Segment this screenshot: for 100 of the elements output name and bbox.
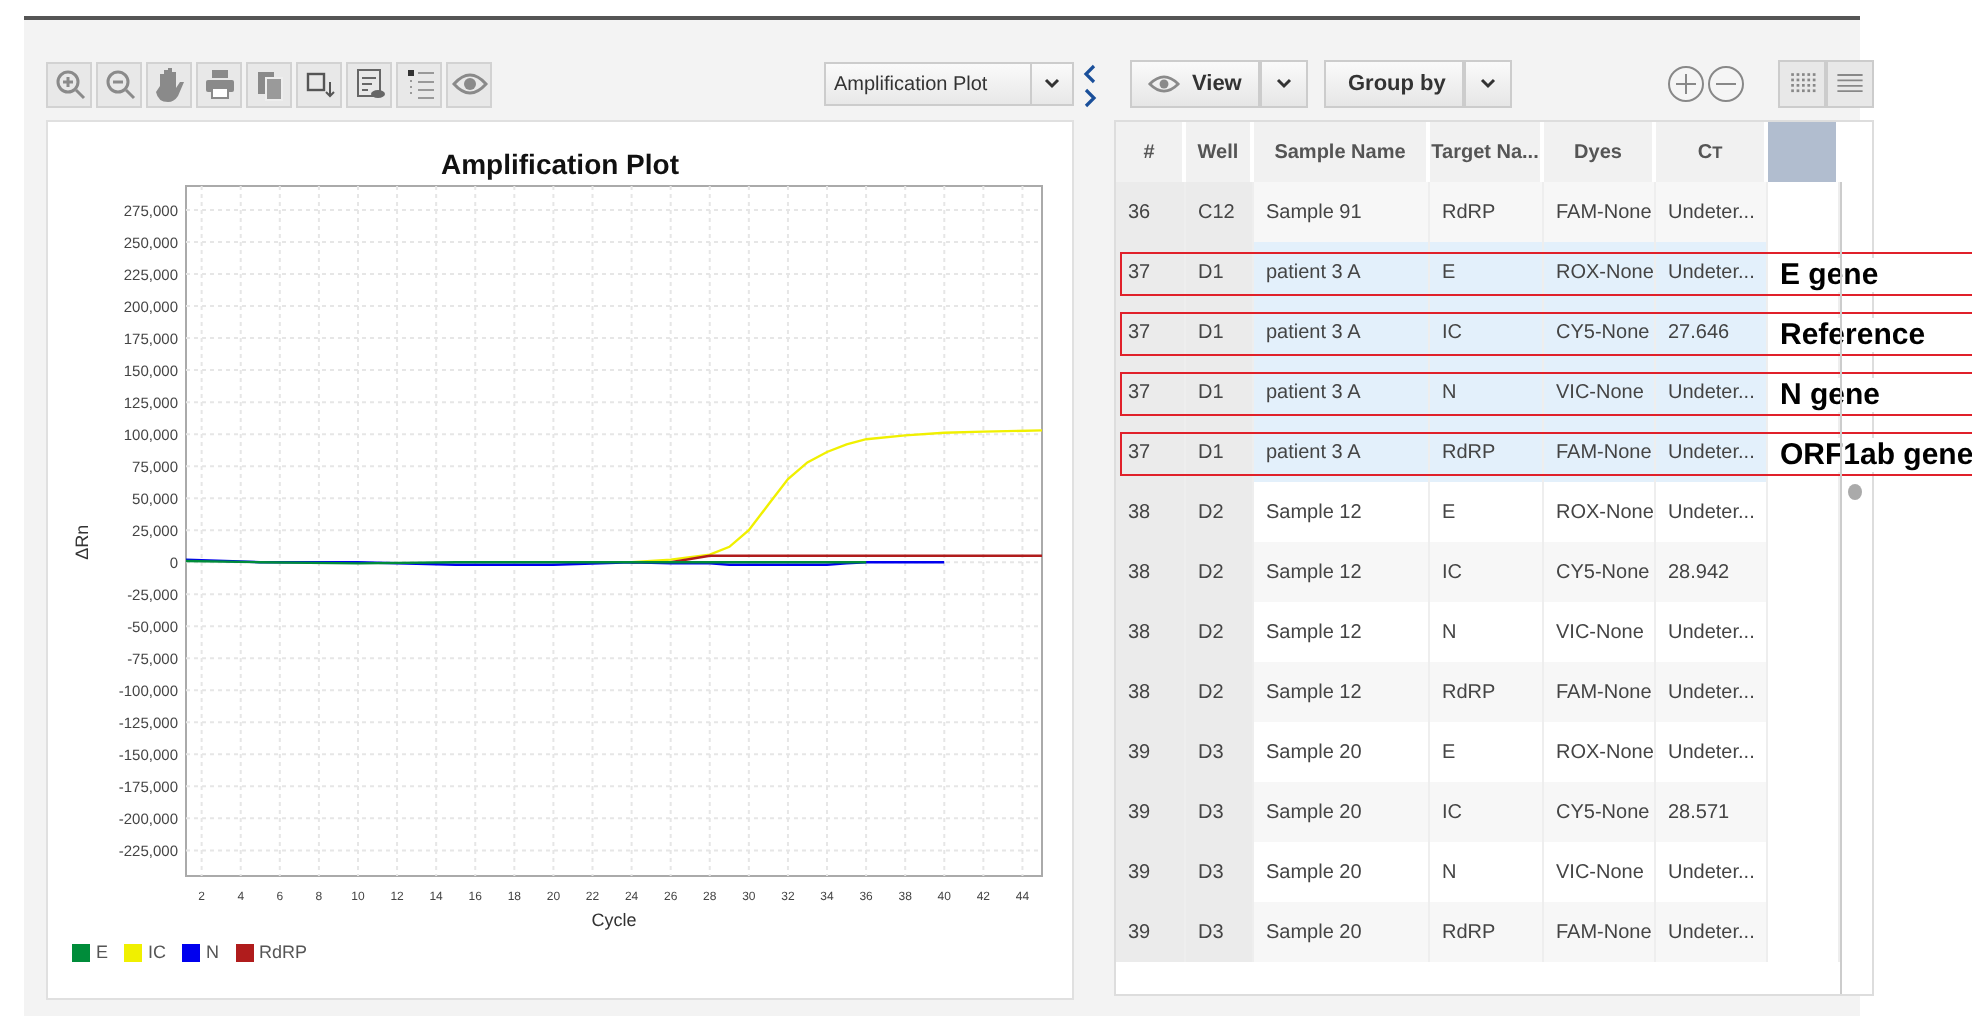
expand-all-icon[interactable]	[1666, 64, 1706, 104]
axis-title: Cycle	[591, 910, 637, 930]
scroll-thumb[interactable]	[1848, 484, 1862, 500]
legend-label: IC	[148, 942, 167, 962]
table-cell: 27.646	[1656, 302, 1768, 362]
table-cell: 39	[1116, 782, 1186, 842]
table-cell: D2	[1186, 662, 1254, 722]
table-cell: FAM-None	[1544, 902, 1656, 962]
hand-button[interactable]	[146, 61, 192, 107]
table-cell: 37	[1116, 362, 1186, 422]
table-cell: CY5-None	[1544, 302, 1656, 362]
grid-view-icon[interactable]	[1778, 60, 1826, 108]
document-eye-button[interactable]	[346, 61, 392, 107]
table-cell: 37	[1116, 422, 1186, 482]
table-cell: D1	[1186, 422, 1254, 482]
legend-label: N	[206, 942, 220, 962]
table-cell: 36	[1116, 182, 1186, 242]
document-eye-icon	[351, 66, 387, 102]
table-cell: IC	[1430, 542, 1544, 602]
table-cell: CY5-None	[1544, 542, 1656, 602]
caret-icon	[1044, 78, 1060, 90]
table-cell: 38	[1116, 602, 1186, 662]
table-cell: Sample 12	[1254, 662, 1430, 722]
table-row[interactable]: 36 C12 Sample 91 RdRP FAM-None Undeter...	[1116, 182, 1840, 242]
copy-button[interactable]	[246, 61, 292, 107]
hand-icon	[151, 66, 187, 102]
column-header[interactable]: Sample Name	[1254, 122, 1430, 182]
table-cell: 37	[1116, 242, 1186, 302]
expand-right-icon[interactable]	[1082, 88, 1098, 108]
table-cell: D3	[1186, 722, 1254, 782]
plot-type-dropdown[interactable]: Amplification Plot	[824, 62, 1074, 106]
group-by-button[interactable]: Group by	[1323, 60, 1464, 108]
column-header[interactable]: Target Na...	[1430, 122, 1544, 182]
collapse-left-icon[interactable]	[1082, 64, 1098, 84]
zoom-in-button[interactable]	[46, 61, 92, 107]
table-cell: C12	[1186, 182, 1254, 242]
view-button[interactable]: View	[1130, 60, 1260, 108]
eye-icon	[1148, 72, 1180, 96]
group-by-dropdown[interactable]	[1463, 60, 1512, 108]
table-cell: FAM-None	[1544, 182, 1656, 242]
table-cell: IC	[1430, 302, 1544, 362]
table-cell: Undeter...	[1656, 242, 1768, 302]
view-dropdown[interactable]	[1259, 60, 1308, 108]
table-cell: Undeter...	[1656, 662, 1768, 722]
table-cell: VIC-None	[1544, 362, 1656, 422]
list-view-icon[interactable]	[1826, 60, 1874, 108]
table-row[interactable]: 38 D2 Sample 12 RdRP FAM-None Undeter...	[1116, 662, 1840, 722]
table-row[interactable]: 38 D2 Sample 12 IC CY5-None 28.942	[1116, 542, 1840, 602]
column-header[interactable]: Dyes	[1544, 122, 1656, 182]
table-row[interactable]: 39 D3 Sample 20 E ROX-None Undeter...	[1116, 722, 1840, 782]
table-cell: FAM-None	[1544, 662, 1656, 722]
table-row[interactable]: 39 D3 Sample 20 IC CY5-None 28.571	[1116, 782, 1840, 842]
table-cell: N	[1430, 362, 1544, 422]
table-cell: ROX-None	[1544, 242, 1656, 302]
table-cell: CY5-None	[1544, 782, 1656, 842]
table-row[interactable]: 39 D3 Sample 20 RdRP FAM-None Undeter...	[1116, 902, 1840, 962]
table-cell: 38	[1116, 542, 1186, 602]
table-cell: D2	[1186, 482, 1254, 542]
table-cell: 37	[1116, 302, 1186, 362]
table-cell: 38	[1116, 662, 1186, 722]
legend-label: RdRP	[259, 942, 308, 962]
table-cell: RdRP	[1430, 182, 1544, 242]
zoom-out-button[interactable]	[96, 61, 142, 107]
zoom-out-icon	[101, 66, 137, 102]
table-row[interactable]: 39 D3 Sample 20 N VIC-None Undeter...	[1116, 842, 1840, 902]
printer-button[interactable]	[196, 61, 242, 107]
column-header[interactable]: #	[1116, 122, 1186, 182]
table-cell: patient 3 A	[1254, 362, 1430, 422]
table-cell: D2	[1186, 602, 1254, 662]
table-cell: IC	[1430, 782, 1544, 842]
table-cell: 39	[1116, 722, 1186, 782]
export-button[interactable]	[296, 61, 342, 107]
zoom-in-icon	[51, 66, 87, 102]
axis-title: ΔRn	[72, 524, 92, 560]
table-cell: FAM-None	[1544, 422, 1656, 482]
table-cell: 38	[1116, 482, 1186, 542]
table-cell: D2	[1186, 542, 1254, 602]
list-button[interactable]	[396, 61, 442, 107]
table-cell: Undeter...	[1656, 902, 1768, 962]
table-cell: 39	[1116, 842, 1186, 902]
table-cell: Undeter...	[1656, 182, 1768, 242]
table-row[interactable]: 38 D2 Sample 12 E ROX-None Undeter...	[1116, 482, 1840, 542]
table-row[interactable]: 38 D2 Sample 12 N VIC-None Undeter...	[1116, 602, 1840, 662]
table-cell: Undeter...	[1656, 362, 1768, 422]
table-cell: RdRP	[1430, 662, 1544, 722]
table-cell: Sample 20	[1254, 902, 1430, 962]
annotation-label: ORF1ab gene	[1780, 438, 1972, 472]
table-cell: patient 3 A	[1254, 242, 1430, 302]
table-cell: D3	[1186, 902, 1254, 962]
collapse-all-icon[interactable]	[1706, 64, 1746, 104]
table-cell: RdRP	[1430, 422, 1544, 482]
table-cell: D3	[1186, 842, 1254, 902]
table-cell: Sample 20	[1254, 782, 1430, 842]
table-cell: Sample 91	[1254, 182, 1430, 242]
table-cell: 28.942	[1656, 542, 1768, 602]
table-cell: E	[1430, 242, 1544, 302]
column-header[interactable]: Well	[1186, 122, 1254, 182]
caret-icon	[1275, 78, 1292, 90]
caret-icon	[1479, 78, 1496, 90]
eye-button[interactable]	[446, 61, 492, 107]
